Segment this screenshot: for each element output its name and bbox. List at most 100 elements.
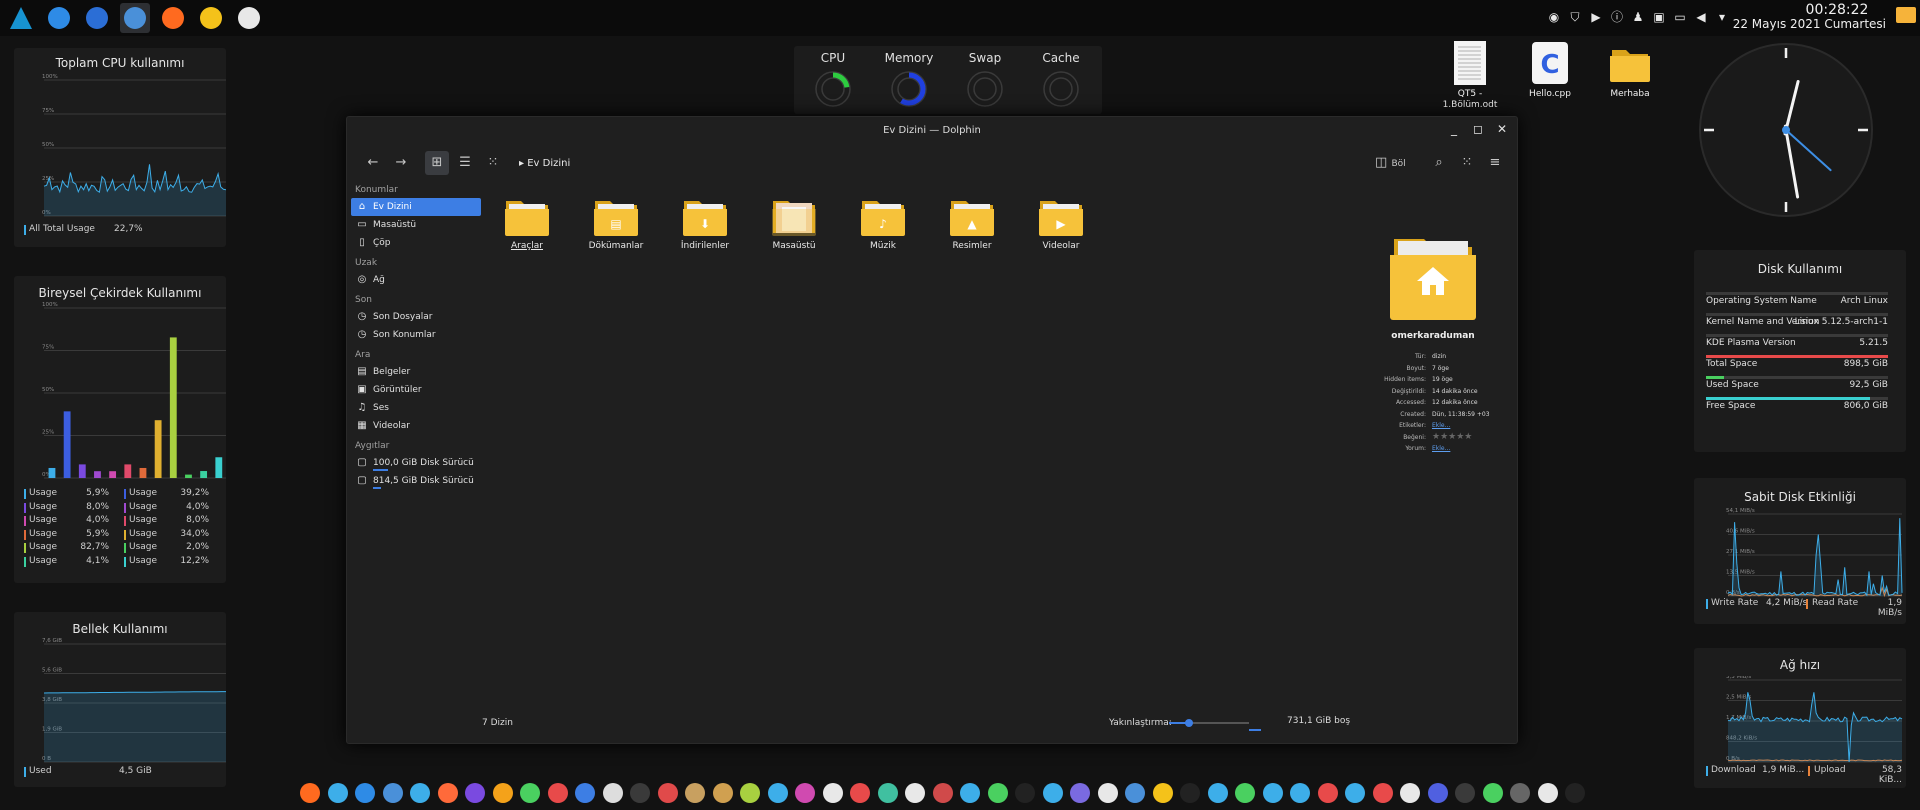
places-item[interactable]: ♫ Ses xyxy=(351,399,481,417)
icons-view-button[interactable]: ⊞ xyxy=(425,151,449,175)
zoom-slider-handle[interactable] xyxy=(1185,719,1193,727)
dock-app-icon[interactable] xyxy=(932,783,953,803)
dock-app-icon[interactable] xyxy=(520,783,540,803)
hamburger-menu-button[interactable]: ≡ xyxy=(1483,151,1507,175)
folder-item[interactable]: ⬇ İndirilenler xyxy=(665,197,745,251)
dock-app-icon[interactable] xyxy=(1510,783,1530,803)
desktop-icon-document[interactable]: QT5 - 1.Bölüm.odt xyxy=(1435,40,1505,111)
places-item[interactable]: ◎ Ağ xyxy=(351,271,481,289)
desktop-icon-folder[interactable]: Merhaba xyxy=(1595,40,1665,99)
places-item[interactable]: ◷ Son Dosyalar xyxy=(351,308,481,326)
firefox-launcher[interactable] xyxy=(158,3,188,33)
split-button[interactable]: ◫ Böl xyxy=(1375,151,1406,175)
dock-app-icon[interactable] xyxy=(850,783,870,803)
places-item[interactable]: ▭ Masaüstü xyxy=(351,216,481,234)
dock-app-icon[interactable] xyxy=(1400,783,1420,803)
app-moon-launcher[interactable] xyxy=(82,3,112,33)
panel-clock-time[interactable]: 00:28:22 xyxy=(1762,2,1912,18)
zoom-slider[interactable] xyxy=(1169,719,1249,727)
dock-app-icon[interactable] xyxy=(1482,783,1503,803)
dock-app-icon[interactable] xyxy=(1317,783,1338,803)
dock-app-icon[interactable] xyxy=(1097,783,1118,803)
dock-app-icon[interactable] xyxy=(987,783,1008,803)
dock-app-icon[interactable] xyxy=(1455,783,1475,803)
dock-app-icon[interactable] xyxy=(355,783,375,803)
app-blue-launcher[interactable] xyxy=(44,3,74,33)
folder-item[interactable]: ♪ Müzik xyxy=(843,197,923,251)
panel-clock-date[interactable]: 22 Mayıs 2021 Cumartesi xyxy=(1710,17,1914,31)
maximize-icon[interactable]: ◻ xyxy=(1471,122,1485,136)
media-play-icon[interactable]: ▶ xyxy=(1588,9,1604,25)
folder-item[interactable]: ▶ Videolar xyxy=(1021,197,1101,251)
places-item[interactable]: ▣ Görüntüler xyxy=(351,381,481,399)
dock-app-icon[interactable] xyxy=(602,783,623,803)
close-icon[interactable]: ✕ xyxy=(1495,122,1509,136)
dock-app-icon[interactable] xyxy=(1125,783,1145,803)
dock-app-icon[interactable] xyxy=(1537,783,1558,803)
app-ring-launcher[interactable] xyxy=(234,3,264,33)
dock-app-icon[interactable] xyxy=(437,783,458,803)
volume-icon[interactable]: ◀ xyxy=(1693,9,1709,25)
places-item[interactable]: ◷ Son Konumlar xyxy=(351,326,481,344)
dock-app-icon[interactable] xyxy=(1290,783,1310,803)
dock-app-icon[interactable] xyxy=(767,783,788,803)
dock-app-icon[interactable] xyxy=(685,783,705,803)
dock-app-icon[interactable] xyxy=(1042,783,1063,803)
dock-app-icon[interactable] xyxy=(1235,783,1255,803)
window-titlebar[interactable]: Ev Dizini — Dolphin _ ◻ ✕ xyxy=(347,117,1517,143)
minimize-icon[interactable]: _ xyxy=(1447,122,1461,136)
forward-button[interactable]: → xyxy=(389,151,413,175)
user-icon[interactable]: ♟ xyxy=(1630,9,1646,25)
app-dolphin-launcher[interactable] xyxy=(120,3,150,33)
compact-view-button[interactable]: ⁙ xyxy=(481,151,505,175)
dock-app-icon[interactable] xyxy=(1565,783,1585,803)
app-yellow-launcher[interactable] xyxy=(196,3,226,33)
dock-app-icon[interactable] xyxy=(1345,783,1365,803)
info-icon[interactable]: ⓘ xyxy=(1609,9,1625,25)
desktop-icon-cpp[interactable]: C Hello.cpp xyxy=(1515,40,1585,99)
dock-app-icon[interactable] xyxy=(822,783,843,803)
shield-icon[interactable]: ⛉ xyxy=(1567,9,1583,25)
info-link[interactable]: Ekle... xyxy=(1432,422,1450,429)
folder-item[interactable]: ▲ Resimler xyxy=(932,197,1012,251)
dock-app-icon[interactable] xyxy=(1262,783,1283,803)
breadcrumb-current[interactable]: Ev Dizini xyxy=(527,158,570,169)
places-item[interactable]: ▦ Videolar xyxy=(351,417,481,435)
details-view-button[interactable]: ☰ xyxy=(453,151,477,175)
dock-app-icon[interactable] xyxy=(795,783,815,803)
dock-app-icon[interactable] xyxy=(960,783,980,803)
dock-app-icon[interactable] xyxy=(1152,783,1173,803)
dock-app-icon[interactable] xyxy=(1372,783,1393,803)
dock-app-icon[interactable] xyxy=(465,783,485,803)
places-item[interactable]: ▢ 814,5 GiB Disk Sürücü xyxy=(351,472,481,490)
places-item[interactable]: ⌂ Ev Dizini xyxy=(351,198,481,216)
folder-item[interactable]: Araçlar xyxy=(487,197,567,251)
dock-app-icon[interactable] xyxy=(547,783,568,803)
clipboard-icon[interactable]: ▣ xyxy=(1651,9,1667,25)
free-space-label[interactable]: 731,1 GiB boş xyxy=(1287,716,1350,726)
folder-icon[interactable] xyxy=(1896,7,1916,23)
dock-app-icon[interactable] xyxy=(1207,783,1228,803)
places-item[interactable]: ▤ Belgeler xyxy=(351,363,481,381)
preview-button[interactable]: ⁙ xyxy=(1455,151,1479,175)
display-icon[interactable]: ▭ xyxy=(1672,9,1688,25)
dock-app-icon[interactable] xyxy=(1070,783,1090,803)
dock-app-icon[interactable] xyxy=(630,783,650,803)
dock-app-icon[interactable] xyxy=(877,783,898,803)
dock-app-icon[interactable] xyxy=(575,783,595,803)
arch-logo-launcher[interactable] xyxy=(6,3,36,33)
folder-item[interactable]: ▤ Dökümanlar xyxy=(576,197,656,251)
dock-app-icon[interactable] xyxy=(1015,783,1035,803)
dock-app-icon[interactable] xyxy=(492,783,513,803)
folder-item[interactable]: Masaüstü xyxy=(754,197,834,251)
info-link[interactable]: Ekle... xyxy=(1432,445,1450,452)
back-button[interactable]: ← xyxy=(361,151,385,175)
dock-app-icon[interactable] xyxy=(905,783,925,803)
dock-app-icon[interactable] xyxy=(382,783,403,803)
dock-app-icon[interactable] xyxy=(327,783,348,803)
dock-app-icon[interactable] xyxy=(712,783,733,803)
places-item[interactable]: ▢ 100,0 GiB Disk Sürücü xyxy=(351,454,481,472)
dock-app-icon[interactable] xyxy=(740,783,760,803)
dock-app-icon[interactable] xyxy=(410,783,430,803)
dock-app-icon[interactable] xyxy=(1180,783,1200,803)
